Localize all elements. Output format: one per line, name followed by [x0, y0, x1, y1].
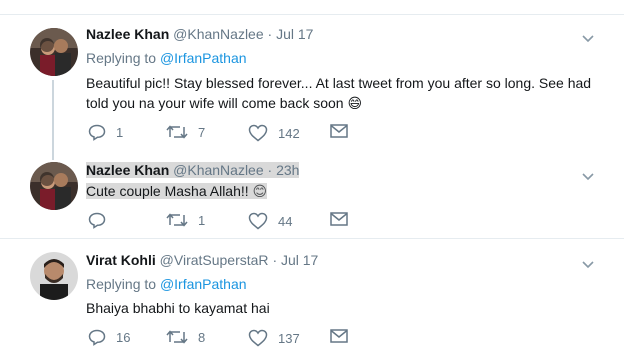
- tweet[interactable]: Nazlee Khan @KhanNazlee · Jul 17 Replyin…: [0, 0, 624, 160]
- timestamp[interactable]: · Jul 17: [268, 26, 314, 42]
- tweet-header: Nazlee Khan @KhanNazlee · 23h: [86, 162, 300, 178]
- tweet-text: Cute couple Masha Allah!! 😊: [86, 181, 268, 201]
- tweet-actions: 1 7 142: [86, 124, 506, 144]
- avatar[interactable]: [30, 252, 78, 300]
- replying-to-label: Replying to: [86, 50, 157, 66]
- reply-button[interactable]: 16: [88, 329, 130, 346]
- chevron-down-icon[interactable]: [582, 30, 594, 48]
- reply-icon: [88, 212, 106, 229]
- heart-icon: [248, 212, 268, 230]
- tweet[interactable]: Virat Kohli @ViratSuperstaR · Jul 17 Rep…: [0, 239, 624, 351]
- tweet-text-line-2: told you na your wife will come back soo…: [86, 95, 344, 111]
- tweet-text-line: told you na your wife will come back soo…: [86, 93, 606, 113]
- reply-icon: [88, 124, 106, 141]
- mention-link[interactable]: @IrfanPathan: [160, 276, 247, 292]
- retweet-icon: [166, 330, 188, 344]
- selection-highlight: Cute couple Masha Allah!! 😊: [86, 183, 268, 199]
- chevron-down-icon[interactable]: [582, 168, 594, 186]
- display-name[interactable]: Nazlee Khan: [86, 26, 169, 42]
- mention-link[interactable]: @IrfanPathan: [160, 50, 247, 66]
- reply-button[interactable]: [88, 212, 116, 229]
- selection-highlight: Nazlee Khan @KhanNazlee · 23h: [86, 162, 300, 178]
- tweet-header: Virat Kohli @ViratSuperstaR · Jul 17: [86, 252, 318, 268]
- envelope-icon: [330, 124, 348, 138]
- direct-message-button[interactable]: [330, 329, 348, 343]
- envelope-icon: [330, 329, 348, 343]
- tweet-actions: 1 44: [86, 212, 506, 232]
- replying-to: Replying to @IrfanPathan: [86, 276, 247, 292]
- like-button[interactable]: 44: [248, 212, 292, 230]
- tweet-actions: 16 8 137: [86, 329, 506, 349]
- tweet-header: Nazlee Khan @KhanNazlee · Jul 17: [86, 26, 313, 42]
- like-count: 44: [278, 213, 293, 229]
- username[interactable]: @KhanNazlee: [173, 162, 264, 178]
- tweet-text-line: Bhaiya bhabhi to kayamat hai: [86, 300, 270, 316]
- tweet-text-line: Beautiful pic!! Stay blessed forever... …: [86, 75, 592, 91]
- tweet-text: Bhaiya bhabhi to kayamat hai: [86, 298, 270, 318]
- avatar[interactable]: [30, 28, 78, 76]
- reply-count: 1: [116, 125, 124, 140]
- retweet-count: 1: [198, 212, 206, 228]
- retweet-button[interactable]: 7: [166, 124, 205, 140]
- envelope-icon: [330, 212, 348, 226]
- retweet-count: 7: [198, 124, 206, 140]
- emoji-icon: 😊: [252, 183, 268, 199]
- retweet-icon: [166, 213, 188, 227]
- like-button[interactable]: 142: [248, 124, 300, 142]
- username[interactable]: @KhanNazlee: [173, 26, 264, 42]
- like-button[interactable]: 137: [248, 329, 300, 347]
- chevron-down-icon[interactable]: [582, 256, 594, 274]
- timestamp[interactable]: · Jul 17: [272, 252, 318, 268]
- direct-message-button[interactable]: [330, 124, 348, 138]
- like-count: 137: [278, 330, 300, 346]
- retweet-button[interactable]: 1: [166, 212, 205, 228]
- reply-icon: [88, 329, 106, 346]
- heart-icon: [248, 124, 268, 142]
- replying-to-label: Replying to: [86, 276, 157, 292]
- username[interactable]: @ViratSuperstaR: [160, 252, 269, 268]
- timestamp[interactable]: · 23h: [268, 162, 300, 178]
- retweet-count: 8: [198, 329, 206, 345]
- retweet-icon: [166, 125, 188, 139]
- like-count: 142: [278, 125, 300, 141]
- direct-message-button[interactable]: [330, 212, 348, 226]
- heart-icon: [248, 329, 268, 347]
- retweet-button[interactable]: 8: [166, 329, 205, 345]
- tweet-text: Beautiful pic!! Stay blessed forever... …: [86, 73, 606, 113]
- thread-line: [52, 80, 54, 160]
- tweet-text-line: Cute couple Masha Allah!!: [86, 183, 249, 199]
- thread-line: [52, 132, 54, 146]
- display-name[interactable]: Virat Kohli: [86, 252, 156, 268]
- tweet[interactable]: Nazlee Khan @KhanNazlee · 23h Cute coupl…: [0, 132, 624, 238]
- reply-count: 16: [116, 330, 131, 345]
- avatar[interactable]: [30, 162, 78, 210]
- reply-button[interactable]: 1: [88, 124, 123, 141]
- display-name[interactable]: Nazlee Khan: [86, 162, 169, 178]
- emoji-icon: 😄: [347, 95, 363, 111]
- replying-to: Replying to @IrfanPathan: [86, 50, 247, 66]
